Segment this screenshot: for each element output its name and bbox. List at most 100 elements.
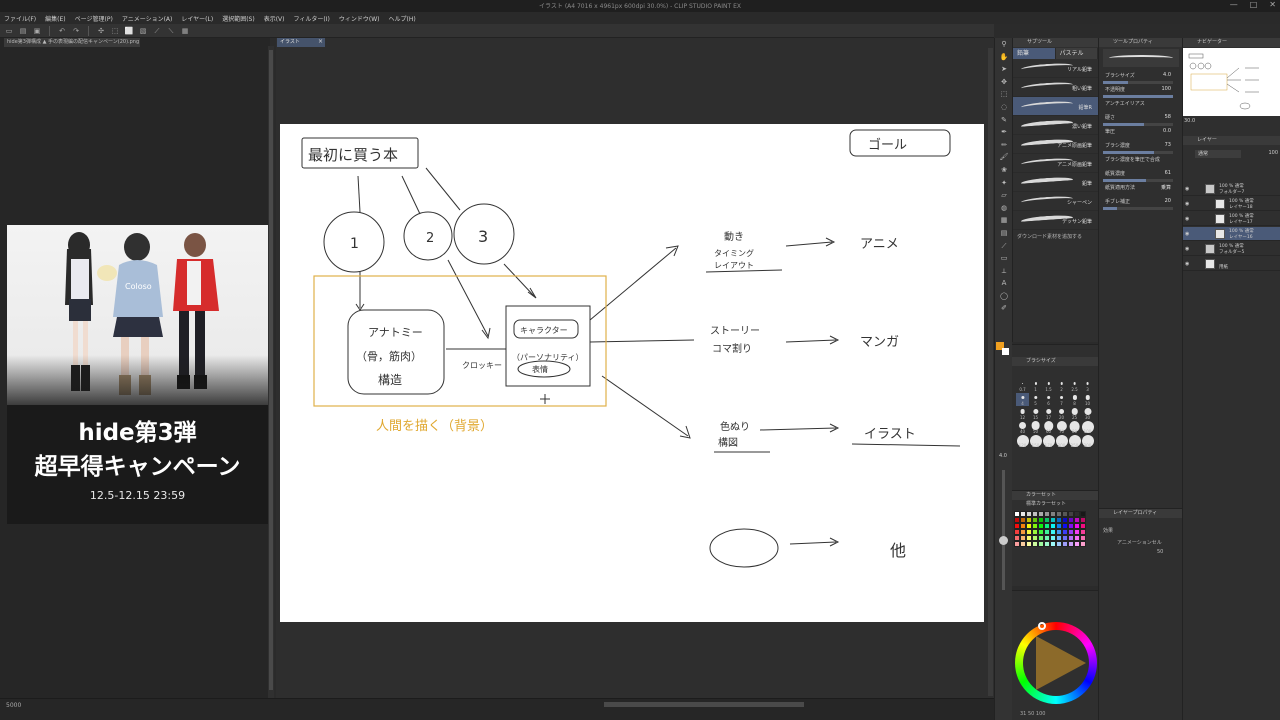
menu-selection[interactable]: 選択範囲(S) [222,14,255,23]
property-row[interactable]: 手ブレ補正 20 [1103,196,1181,210]
new-icon[interactable]: ▭ [4,26,14,36]
grid-icon[interactable]: ▦ [180,26,190,36]
brush-size-option[interactable]: 100 [1081,421,1094,434]
save-icon[interactable]: ▣ [32,26,42,36]
clear-icon[interactable]: ✣ [96,26,106,36]
brush-size-option[interactable]: 8 [1068,393,1081,406]
open-icon[interactable]: ▤ [18,26,28,36]
brush-size-option[interactable]: 2 [1055,379,1068,392]
menu-edit[interactable]: 編集(E) [45,14,65,23]
brush-size-option[interactable]: 250 [1068,435,1081,448]
zoom-tool-icon[interactable]: ⚲ [995,38,1013,51]
left-scrollbar[interactable] [268,46,274,698]
ruler-icon[interactable]: ⟍ [166,26,176,36]
canvas-scrollbar-horizontal[interactable] [604,702,804,707]
eye-icon[interactable]: ◉ [1185,261,1189,267]
color-triangle[interactable] [1036,636,1086,690]
property-row[interactable]: アンチエイリアス [1103,98,1181,108]
layer-property-value[interactable]: 50 [1157,549,1163,555]
operation-tool-icon[interactable]: ➤ [995,63,1013,76]
brush-item[interactable]: アニメ原画鉛筆 [1013,135,1098,154]
property-row[interactable]: 紙質適用方法 乗算 [1103,182,1181,192]
menu-animation[interactable]: アニメーション(A) [122,14,173,23]
brush-size-option[interactable]: 4 [1016,393,1029,406]
airbrush-tool-icon[interactable]: ❀ [995,164,1013,177]
menu-view[interactable]: 表示(V) [264,14,285,23]
brush-item[interactable]: 粗い鉛筆 [1013,78,1098,97]
menu-help[interactable]: ヘルプ(H) [388,14,415,23]
menu-page[interactable]: ページ管理(P) [75,14,113,23]
balloon-tool-icon[interactable]: ◯ [995,290,1013,303]
navigator-preview[interactable] [1183,48,1280,116]
brush-size-option[interactable]: 2.5 [1068,379,1081,392]
eye-icon[interactable]: ◉ [1185,216,1189,222]
maximize-icon[interactable]: □ [1250,0,1258,9]
menu-file[interactable]: ファイル(F) [4,14,36,23]
layer-row[interactable]: ◉ 100 % 通常 レイヤー17 [1183,212,1280,226]
eye-icon[interactable]: ◉ [1185,231,1189,237]
brush-size-option[interactable]: 1.5 [1042,379,1055,392]
deselect-icon[interactable]: ⬜ [124,26,134,36]
brush-size-option[interactable]: 20 [1055,407,1068,420]
brush-tool-icon[interactable]: 🖌 [995,151,1013,164]
minimize-icon[interactable]: — [1230,0,1238,9]
close-icon[interactable]: ✕ [1269,0,1276,9]
decoration-tool-icon[interactable]: ✦ [995,177,1013,190]
brush-size-option[interactable]: 50 [1029,421,1042,434]
property-row[interactable]: ブラシ濃度を筆圧で合成 [1103,154,1181,164]
selection-tool-icon[interactable]: ⬚ [995,88,1013,101]
brush-item[interactable]: 濃い鉛筆 [1013,116,1098,135]
property-value[interactable]: 乗算 [1161,184,1171,191]
pencil-tool-icon[interactable]: ✏ [995,139,1013,152]
menu-filter[interactable]: フィルター(I) [294,14,330,23]
brush-size-option[interactable]: 5 [1029,393,1042,406]
left-panel-tab[interactable]: hide第3弾構成 ▲ 手の表現編の配信キャンペーン(20).png [4,38,140,47]
brush-item[interactable]: アニメ原画鉛筆 [1013,154,1098,173]
brush-size-option[interactable]: 25 [1068,407,1081,420]
campaign-banner[interactable]: Coloso hide第3弾 超早得キャンペーン 12.5-12.15 23:5… [7,225,268,524]
figure-tool-icon[interactable]: ⟋ [995,240,1013,253]
close-icon[interactable]: × [318,38,323,45]
text-tool-icon[interactable]: A [995,277,1013,290]
layer-row[interactable]: ◉ 100 % 通常 レイヤー16 [1183,227,1280,241]
fill-tool-icon[interactable]: ▦ [995,214,1013,227]
brush-size-option[interactable]: 200 [1055,435,1068,448]
hand-tool-icon[interactable]: ✋ [995,51,1013,64]
pen-tool-icon[interactable]: ✒ [995,126,1013,139]
property-row[interactable]: ブラシ濃度 73 [1103,140,1181,154]
brush-size-option[interactable]: 150 [1029,435,1042,448]
lasso-tool-icon[interactable]: ◌ [995,101,1013,114]
fill-icon[interactable]: ▧ [138,26,148,36]
brush-size-option[interactable]: 3 [1081,379,1094,392]
eye-icon[interactable]: ◉ [1185,201,1189,207]
brush-size-option[interactable]: 1 [1029,379,1042,392]
zoom-readout[interactable]: 5000 [6,702,21,709]
brush-item[interactable]: リアル鉛筆 [1013,59,1098,78]
blend-tool-icon[interactable]: ◍ [995,202,1013,215]
gradient-tool-icon[interactable]: ▤ [995,227,1013,240]
property-value[interactable]: 0.0 [1163,128,1171,134]
brush-size-option[interactable]: 17 [1042,407,1055,420]
scroll-thumb[interactable] [269,50,273,690]
property-row[interactable]: 紙質濃度 61 [1103,168,1181,182]
property-value[interactable]: 4.0 [1163,72,1171,78]
eraser-tool-icon[interactable]: ▱ [995,189,1013,202]
snap-icon[interactable]: ⟋ [152,26,162,36]
eye-icon[interactable]: ◉ [1185,186,1189,192]
layer-opacity[interactable]: 100 [1268,150,1278,156]
property-value[interactable]: 20 [1165,198,1171,204]
download-material-link[interactable]: ダウンロード素材を追加する [1017,233,1082,240]
color-swatch[interactable] [1080,541,1086,547]
brush-size-option[interactable]: 30 [1081,407,1094,420]
layer-row[interactable]: ◉ 100 % 通常 フォルダー5 [1183,242,1280,256]
brush-size-option[interactable]: 300 [1081,435,1094,448]
menu-window[interactable]: ウィンドウ(W) [339,14,380,23]
brush-size-option[interactable]: 15 [1029,407,1042,420]
navigator-zoom[interactable]: 30.0 [1184,118,1278,126]
property-value[interactable]: 58 [1165,114,1171,120]
brush-size-option[interactable]: 70 [1055,421,1068,434]
drawing-paper[interactable]: 最初に買う本 ゴール 1 2 3 アナトミー （骨，筋肉） 構造 クロッキー キ… [280,124,984,622]
frame-tool-icon[interactable]: ▭ [995,252,1013,265]
brush-item[interactable]: 鉛筆R [1013,97,1098,116]
eyedropper-tool-icon[interactable]: ✎ [995,114,1013,127]
